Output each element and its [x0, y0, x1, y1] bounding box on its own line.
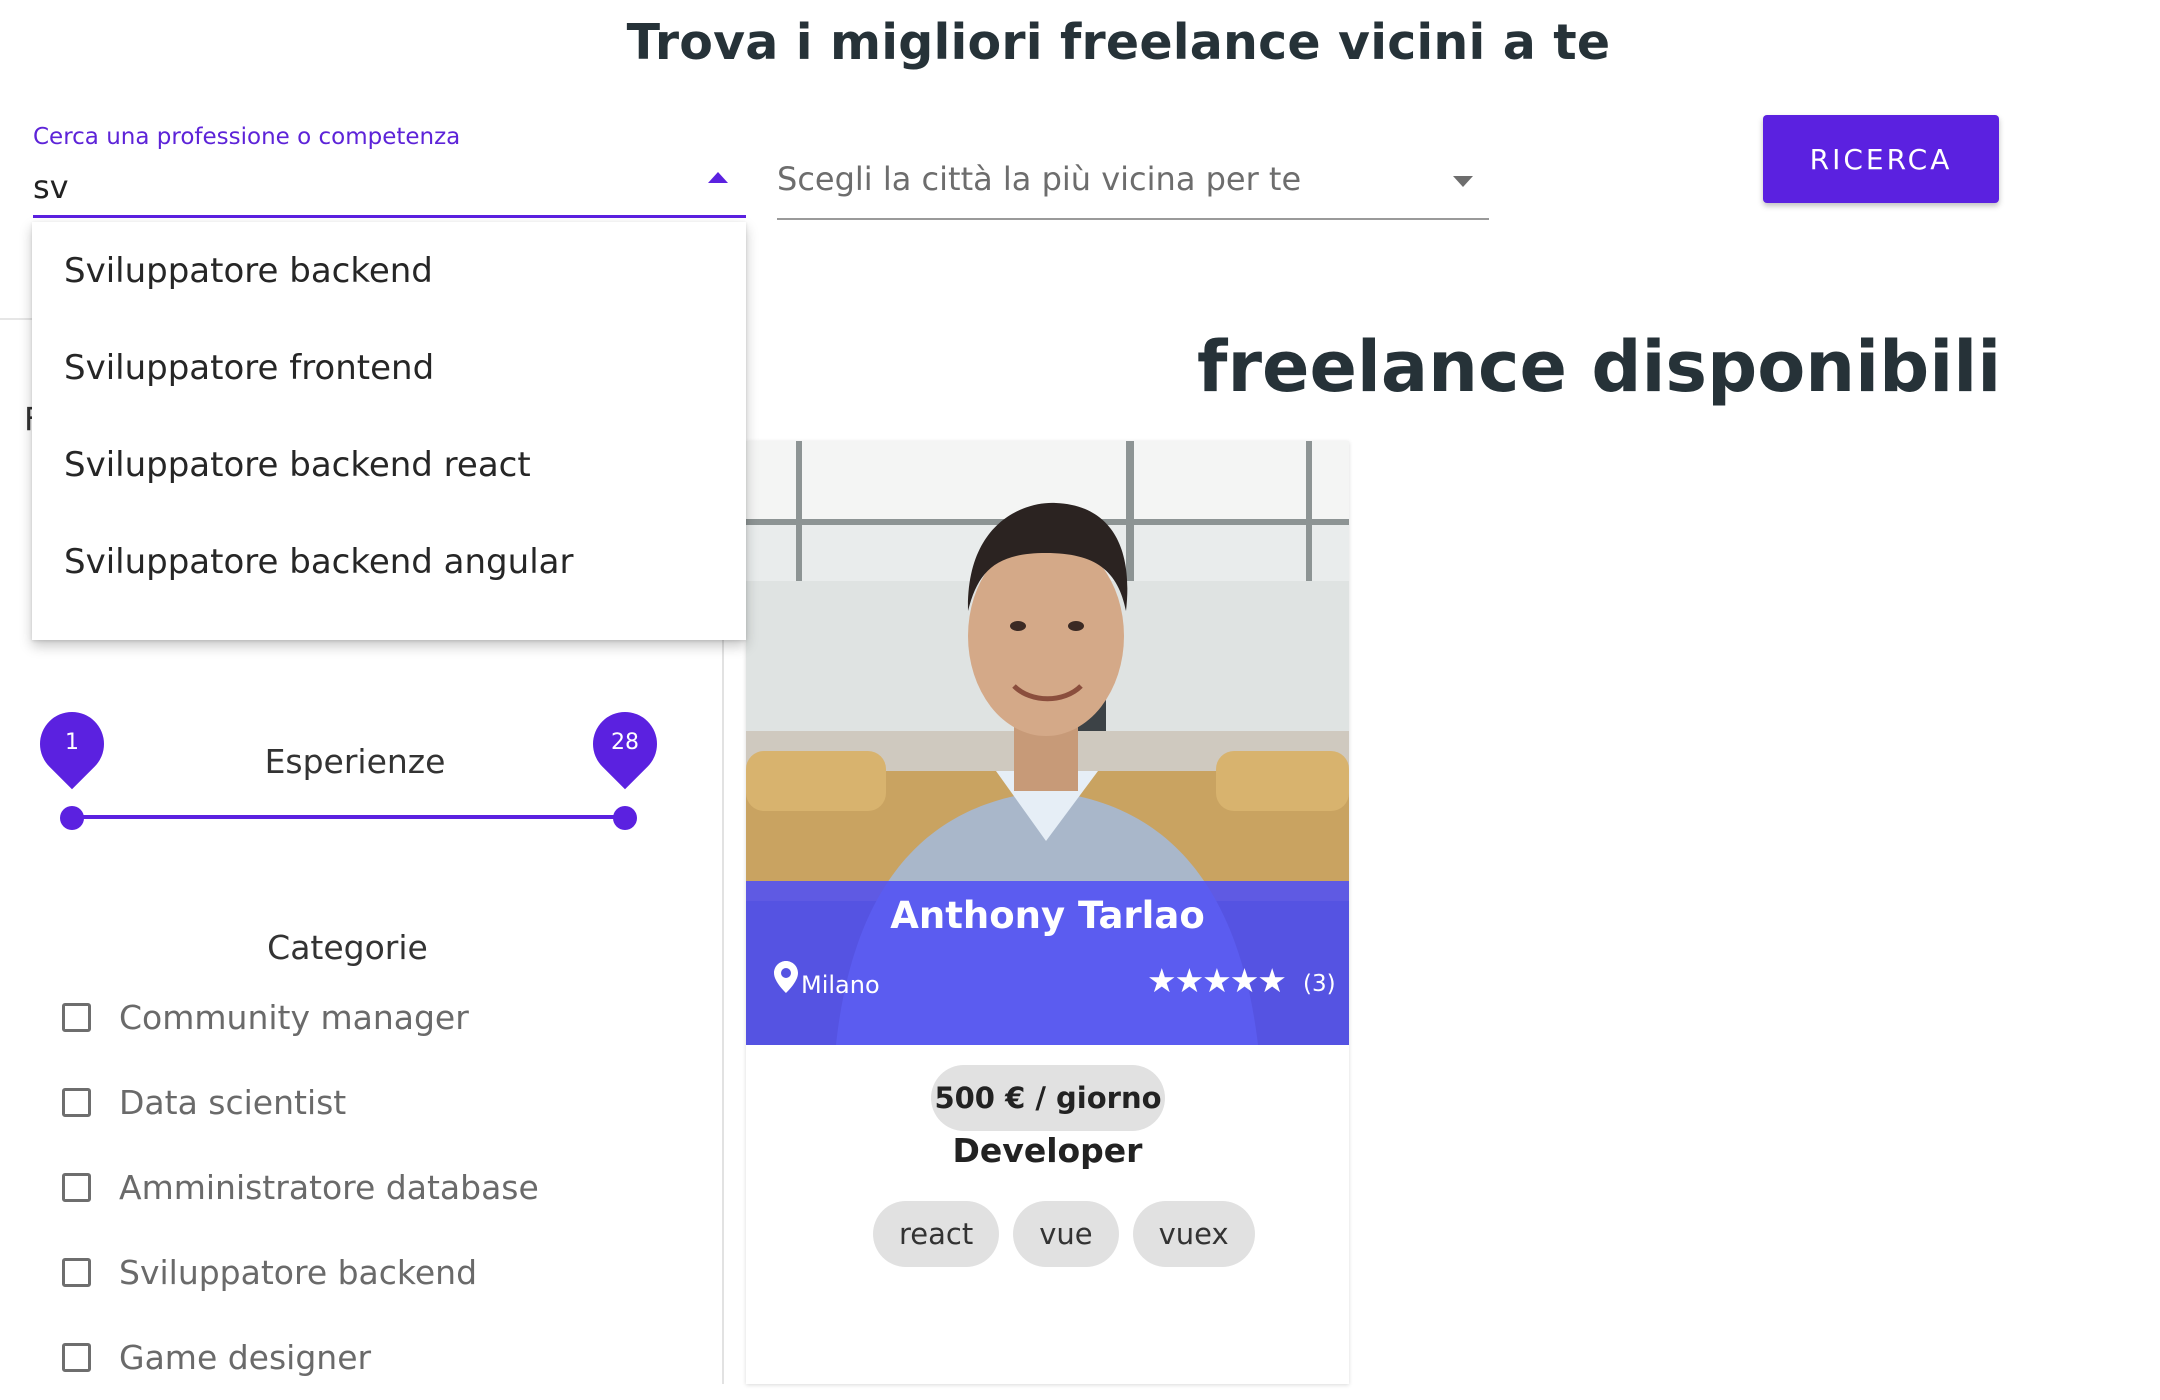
- category-label: Data scientist: [119, 1083, 347, 1122]
- location-pin-icon: [774, 961, 798, 993]
- category-item[interactable]: Amministratore database: [62, 1145, 539, 1230]
- suggestion-item[interactable]: Sviluppatore backend: [32, 222, 746, 319]
- job-search-input[interactable]: sv: [33, 168, 69, 206]
- slider-track[interactable]: [72, 815, 625, 819]
- caret-up-icon[interactable]: [708, 172, 728, 183]
- category-label: Sviluppatore backend: [119, 1253, 478, 1292]
- city-select-underline: [777, 218, 1489, 220]
- freelancer-card[interactable]: Anthony Tarlao Milano ★★★★★ (3) 500 € / …: [746, 441, 1349, 1384]
- skill-tag[interactable]: vuex: [1132, 1201, 1255, 1267]
- category-item[interactable]: Community manager: [62, 975, 539, 1060]
- freelancer-name: Anthony Tarlao: [890, 894, 1205, 937]
- checkbox[interactable]: [62, 1343, 91, 1372]
- search-button[interactable]: RICERCA: [1763, 115, 1999, 203]
- suggestion-item[interactable]: Sviluppatore backend react: [32, 416, 746, 513]
- category-label: Community manager: [119, 998, 469, 1037]
- experience-label: Esperienze: [264, 742, 446, 781]
- suggestions-dropdown: Sviluppatore backend Sviluppatore fronte…: [32, 222, 746, 640]
- job-search-underline: [33, 215, 746, 218]
- skill-tag[interactable]: react: [873, 1201, 1000, 1267]
- job-search-label: Cerca una professione o competenza: [33, 124, 461, 150]
- categories-list: Community manager Data scientist Amminis…: [62, 975, 539, 1400]
- skill-tag[interactable]: vue: [1013, 1201, 1119, 1267]
- slider-max-thumb[interactable]: [613, 806, 637, 830]
- suggestion-item[interactable]: Sviluppatore backend angular: [32, 513, 746, 610]
- freelancer-role: Developer: [952, 1131, 1143, 1170]
- category-label: Game designer: [119, 1338, 372, 1377]
- caret-down-icon[interactable]: [1453, 176, 1473, 187]
- slider-min-thumb[interactable]: [60, 806, 84, 830]
- price-chip: 500 € / giorno: [931, 1065, 1165, 1131]
- experience-slider[interactable]: Esperienze 1 28: [26, 698, 671, 832]
- slider-min-value: 1: [65, 730, 79, 755]
- rating-stars-icon: ★★★★★: [1147, 961, 1287, 1000]
- page-title: Trova i migliori freelance vicini a te: [626, 14, 1611, 71]
- rating-count: (3): [1303, 971, 1336, 997]
- freelancer-city: Milano: [801, 971, 880, 999]
- skill-tags: react vue vuex: [873, 1201, 1269, 1267]
- slider-max-value: 28: [611, 730, 639, 755]
- suggestion-item[interactable]: Sviluppatore frontend: [32, 319, 746, 416]
- checkbox[interactable]: [62, 1258, 91, 1287]
- checkbox[interactable]: [62, 1173, 91, 1202]
- city-select[interactable]: Scegli la città la più vicina per te: [777, 140, 1489, 220]
- category-item[interactable]: Sviluppatore backend: [62, 1230, 539, 1315]
- category-label: Amministratore database: [119, 1168, 539, 1207]
- categories-title: Categorie: [267, 928, 428, 967]
- results-title: freelance disponibili: [1197, 326, 2002, 408]
- job-search-field[interactable]: Cerca una professione o competenza sv: [33, 124, 746, 218]
- checkbox[interactable]: [62, 1003, 91, 1032]
- checkbox[interactable]: [62, 1088, 91, 1117]
- category-item[interactable]: Data scientist: [62, 1060, 539, 1145]
- category-item[interactable]: Game designer: [62, 1315, 539, 1400]
- city-select-placeholder: Scegli la città la più vicina per te: [777, 160, 1302, 198]
